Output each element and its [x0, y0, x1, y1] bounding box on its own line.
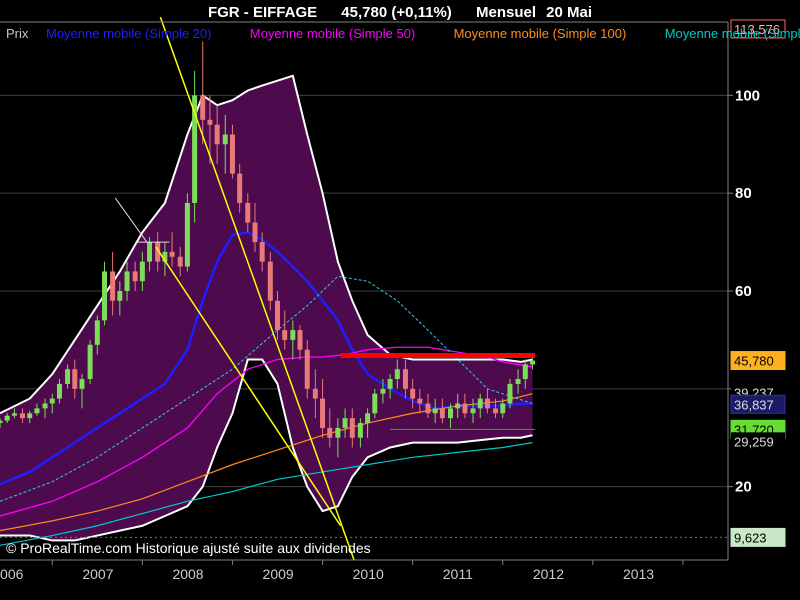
x-tick-label: 2010 — [353, 566, 384, 582]
x-tick-label: 2006 — [0, 566, 24, 582]
candle-body — [304, 349, 310, 389]
candle-body — [320, 398, 326, 428]
candle-body — [290, 330, 296, 340]
candle-body — [357, 423, 363, 438]
price-change: 45,780 (+0,11%) — [341, 4, 452, 21]
ticker-name: FGR - EIFFAGE — [208, 4, 317, 21]
legend-item: Moyenne mobile (Simple 20) — [46, 26, 211, 41]
candle-body — [342, 418, 348, 428]
price-label-text: 36,837 — [734, 397, 774, 412]
candle-body — [147, 242, 153, 262]
candle-body — [229, 134, 235, 174]
candle-body — [500, 403, 506, 414]
candle-body — [425, 403, 431, 414]
candle-body — [124, 271, 130, 291]
y-tick-label: 20 — [735, 479, 752, 496]
candle-body — [56, 383, 62, 399]
legend-item: Moyenne mobile (Simple 100) — [454, 26, 627, 41]
candle-body — [132, 271, 138, 282]
candle-body — [493, 408, 499, 414]
candle-body — [282, 330, 288, 340]
data-source-credit: © ProRealTime.com Historique ajusté suit… — [6, 540, 371, 556]
candle-body — [222, 134, 228, 145]
candle-body — [297, 330, 303, 350]
x-tick-label: 2008 — [172, 566, 203, 582]
price-label-text: 29,259 — [734, 434, 774, 449]
period-label: Mensuel — [476, 4, 536, 21]
candle-body — [522, 364, 528, 380]
x-tick-label: 2009 — [263, 566, 294, 582]
candle-body — [349, 418, 355, 438]
candle-body — [94, 320, 100, 345]
candle-body — [372, 393, 378, 414]
candle-body — [259, 242, 265, 262]
stock-chart: 20406080100 2006200720082009201020112012… — [0, 0, 800, 600]
candle-body — [110, 271, 116, 301]
candle-body — [214, 124, 220, 145]
x-tick-label: 2012 — [533, 566, 564, 582]
y-tick-label: 80 — [735, 185, 752, 202]
candle-body — [477, 398, 483, 409]
candle-body — [245, 202, 251, 223]
candle-body — [447, 408, 453, 419]
candle-body — [529, 360, 535, 365]
candle-body — [11, 413, 17, 416]
candle-body — [380, 388, 386, 394]
candle-body — [79, 379, 85, 389]
candle-body — [267, 261, 273, 301]
candle-body — [20, 413, 26, 419]
candle-body — [335, 427, 341, 438]
candle-body — [65, 369, 71, 384]
candle-body — [49, 398, 55, 404]
candle-body — [275, 300, 281, 331]
candle-body — [455, 403, 461, 409]
candle-body — [184, 202, 190, 267]
x-tick-label: 2013 — [623, 566, 654, 582]
x-tick-label: 2011 — [443, 566, 473, 582]
candle-body — [410, 388, 416, 399]
date-label: 20 Mai — [546, 4, 592, 21]
candle-body — [252, 222, 258, 243]
candle-body — [462, 403, 468, 414]
candle-body — [507, 383, 513, 404]
candle-body — [207, 119, 213, 125]
candle-body — [484, 398, 490, 409]
candle-body — [200, 95, 206, 120]
y-tick-label: 100 — [735, 87, 760, 104]
candle-body — [312, 388, 318, 399]
y-tick-label: 60 — [735, 283, 752, 300]
legend-item: Prix — [6, 26, 29, 41]
price-label-text: 9,623 — [734, 530, 767, 545]
candle-body — [470, 408, 476, 414]
legend-item: Moyenne mobile (Simple 200) — [665, 26, 800, 41]
chart-title: FGR - EIFFAGE 45,780 (+0,11%) Mensuel 20… — [208, 4, 592, 21]
legend-item: Moyenne mobile (Simple 50) — [250, 26, 415, 41]
candle-body — [387, 379, 393, 389]
candle-body — [34, 408, 40, 414]
candle-body — [27, 413, 33, 419]
candle-body — [169, 251, 175, 257]
candle-body — [4, 415, 10, 421]
candle-body — [237, 173, 243, 203]
candle-body — [432, 408, 438, 414]
candle-body — [139, 261, 145, 282]
candle-body — [417, 398, 423, 404]
candle-body — [327, 427, 333, 438]
chart-legend: Prix Moyenne mobile (Simple 20) Moyenne mo… — [6, 26, 800, 41]
candle-body — [402, 369, 408, 389]
candle-body — [365, 413, 371, 424]
candle-body — [117, 291, 123, 301]
candle-body — [87, 344, 93, 380]
candle-body — [394, 369, 400, 380]
price-label-text: 45,780 — [734, 354, 774, 369]
candle-body — [0, 420, 3, 424]
candle-body — [42, 403, 48, 409]
candle-body — [102, 271, 108, 321]
candle-body — [439, 408, 445, 419]
candle-body — [515, 379, 521, 384]
candle-body — [177, 256, 183, 267]
candle-body — [72, 369, 78, 389]
x-tick-label: 2007 — [82, 566, 113, 582]
